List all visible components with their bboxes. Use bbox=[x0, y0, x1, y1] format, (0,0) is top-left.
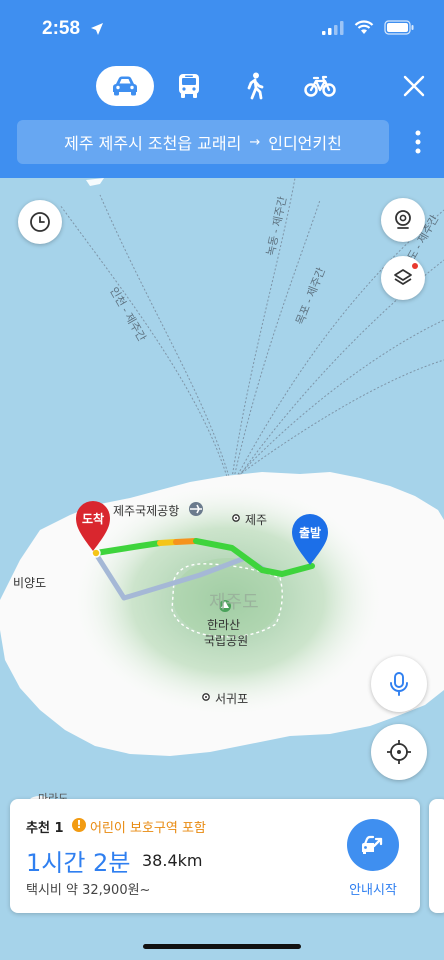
close-button[interactable] bbox=[398, 70, 430, 102]
history-button[interactable] bbox=[18, 200, 62, 244]
close-icon bbox=[403, 75, 425, 97]
route-destination: 인디언키친 bbox=[268, 134, 342, 153]
battery-icon bbox=[384, 20, 414, 35]
navigation-start-icon bbox=[362, 835, 383, 854]
status-bar: 2:58 bbox=[0, 0, 444, 58]
wifi-icon bbox=[354, 20, 374, 34]
clock-icon bbox=[30, 212, 50, 232]
recommendation-rank: 추천 1 bbox=[26, 821, 64, 836]
origin-marker-label: 출발 bbox=[299, 526, 322, 540]
cctv-button[interactable] bbox=[381, 198, 425, 242]
park-label-line1: 한라산 bbox=[207, 618, 241, 632]
route-arrow: → bbox=[249, 134, 261, 150]
next-route-card[interactable] bbox=[429, 799, 444, 913]
home-indicator bbox=[143, 944, 301, 949]
header: 2:58 제주 제주시 조천읍 교래리 → 인디언키친 bbox=[0, 0, 444, 178]
layers-icon bbox=[394, 269, 412, 285]
tab-car[interactable] bbox=[96, 66, 154, 106]
route-duration: 1시간 2분 bbox=[26, 849, 131, 877]
warning-icon: ! bbox=[72, 818, 86, 832]
location-arrow-icon bbox=[91, 23, 103, 35]
airport-icon bbox=[189, 502, 203, 516]
bus-icon bbox=[179, 74, 199, 98]
more-options-button[interactable] bbox=[408, 128, 428, 156]
park-label-line2: 국립공원 bbox=[204, 634, 249, 648]
tab-walk[interactable] bbox=[240, 66, 270, 106]
school-zone-warning: 어린이 보호구역 포함 bbox=[90, 821, 206, 836]
voice-search-button[interactable] bbox=[371, 656, 427, 712]
current-location-button[interactable] bbox=[371, 724, 427, 780]
route-summary-bar[interactable]: 제주 제주시 조천읍 교래리 → 인디언키친 bbox=[17, 120, 389, 164]
city-label-jeju: 제주 bbox=[245, 513, 268, 527]
walking-icon bbox=[247, 72, 264, 100]
island-name-label: 제주도 bbox=[209, 592, 259, 612]
route-distance: 38.4km bbox=[142, 851, 203, 870]
car-icon bbox=[113, 76, 137, 96]
route-origin: 제주 제주시 조천읍 교래리 bbox=[64, 134, 242, 153]
taxi-fare: 택시비 약 32,900원~ bbox=[26, 883, 151, 898]
bicycle-icon bbox=[304, 75, 336, 97]
destination-marker-label: 도착 bbox=[82, 512, 105, 526]
airport-label: 제주국제공항 bbox=[113, 504, 180, 518]
notification-dot bbox=[412, 263, 418, 269]
tab-bike[interactable] bbox=[302, 66, 338, 106]
city-label-seogwipo: 서귀포 bbox=[215, 692, 249, 706]
tab-bus[interactable] bbox=[174, 66, 204, 106]
signal-icon bbox=[322, 20, 344, 35]
map-layers-button[interactable] bbox=[381, 256, 425, 300]
camera-icon bbox=[395, 210, 411, 229]
transport-mode-tabs bbox=[96, 66, 396, 106]
microphone-icon bbox=[390, 672, 408, 696]
route-option-card[interactable]: 추천 1 ! 어린이 보호구역 포함 1시간 2분 38.4km 택시비 약 3… bbox=[10, 799, 420, 913]
more-vertical-icon bbox=[415, 130, 421, 154]
status-time: 2:58 bbox=[42, 18, 81, 39]
crosshair-icon bbox=[387, 740, 411, 764]
start-navigation-button[interactable] bbox=[347, 819, 399, 871]
start-navigation-label: 안내시작 bbox=[349, 883, 397, 898]
island-label-biyangdo: 비양도 bbox=[13, 576, 47, 590]
status-icons bbox=[322, 20, 414, 35]
